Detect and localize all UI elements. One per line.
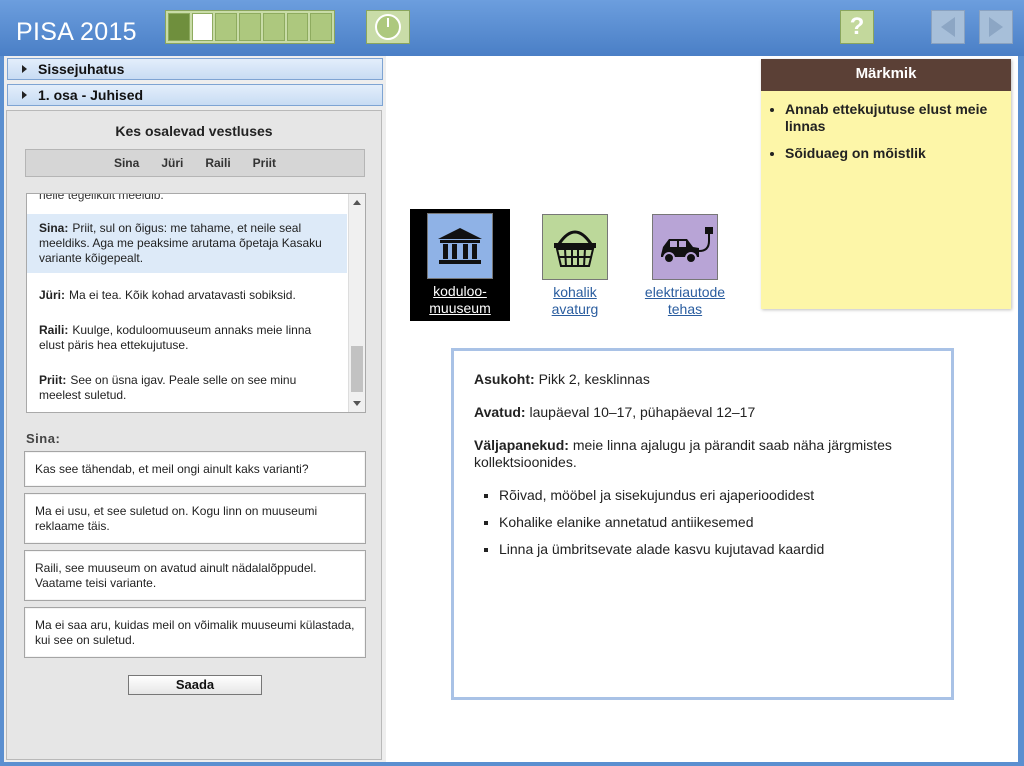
exhibit-list: Rõivad, mööbel ja sisekujundus eri ajape… [474, 487, 931, 558]
place-market[interactable]: kohalik avaturg [525, 214, 625, 318]
participant-name: Priit [252, 156, 277, 170]
speaker-name: Raili: [39, 323, 69, 337]
speaker-name: Jüri: [39, 288, 66, 302]
museum-icon [427, 213, 493, 279]
progress-indicator [165, 10, 335, 44]
chat-title: Kes osalevad vestluses [115, 123, 273, 139]
help-button[interactable]: ? [840, 10, 874, 44]
chat-message: Jüri: Ma ei tea. Kõik kohad arvatavasti s… [27, 288, 347, 303]
notepad-title: Märkmik [761, 59, 1011, 91]
place-label[interactable]: kohalik avaturg [525, 284, 625, 318]
top-bar: PISA 2015 ? [0, 0, 1024, 56]
progress-segment [262, 13, 285, 41]
basket-icon [542, 214, 608, 280]
send-button[interactable]: Saada [128, 675, 262, 695]
progress-segment [239, 13, 261, 41]
reply-option[interactable]: Ma ei saa aru, kuidas meil on võimalik m… [24, 607, 366, 658]
place-label[interactable]: koduloo-muuseum [410, 283, 510, 317]
participant-name: Sina [113, 156, 140, 170]
scroll-thumb[interactable] [351, 346, 363, 392]
progress-segment [286, 13, 309, 41]
chat-message: Raili: Kuulge, koduloomuuseum annaks meie… [27, 323, 347, 353]
notepad-item: Annab ettekujutuse elust meie linnas [785, 101, 1011, 135]
arrow-left-icon [941, 17, 955, 37]
place-electric-car-factory[interactable]: elektriautode tehas [635, 214, 735, 318]
notepad: Märkmik Annab ettekujutuse elust meie li… [761, 59, 1011, 309]
section-part1-instructions[interactable]: 1. osa - Juhised [7, 84, 383, 106]
participant-name: Raili [205, 156, 231, 170]
exhibit-item: Kohalike elanike annetatud antiikesemed [499, 514, 931, 531]
progress-segment [215, 13, 238, 41]
electric-car-icon [652, 214, 718, 280]
previous-button[interactable] [931, 10, 965, 44]
message-text: Priit, sul on õigus: me tahame, et neile… [39, 221, 322, 265]
notepad-list: Annab ettekujutuse elust meie linnas Sõi… [761, 101, 1011, 162]
info-exhibits: Väljapanekud: meie linna ajalugu ja pära… [474, 437, 892, 470]
exhibit-item: Linna ja ümbritsevate alade kasvu kujuta… [499, 541, 931, 558]
progress-segment [168, 13, 190, 41]
info-opening-hours: Avatud: laupäeval 10–17, pühapäeval 12–1… [474, 404, 756, 420]
info-location: Asukoht: Pikk 2, kesklinnas [474, 371, 650, 387]
main-area: Sissejuhatus 1. osa - Juhised Kes osalev… [4, 56, 1018, 762]
timer-button[interactable] [366, 10, 410, 44]
place-info-panel: Asukoht: Pikk 2, kesklinnas Avatud: laup… [451, 348, 954, 700]
message-text: See on üsna igav. Peale selle on see min… [39, 373, 297, 402]
reply-option[interactable]: Ma ei usu, et see suletud on. Kogu linn … [24, 493, 366, 544]
exhibit-item: Rõivad, mööbel ja sisekujundus eri ajape… [499, 487, 931, 504]
next-button[interactable] [979, 10, 1013, 44]
left-panel: Sissejuhatus 1. osa - Juhised Kes osalev… [4, 56, 386, 762]
speaker-name: Priit: [39, 373, 67, 387]
reply-label: Sina: [26, 431, 61, 446]
message-text: Ma ei tea. Kõik kohad arvatavasti sobiks… [69, 288, 296, 302]
place-label[interactable]: elektriautode tehas [635, 284, 735, 318]
chat-scrollbar[interactable] [348, 194, 365, 412]
chat-message-cut: neile tegelikult meeldib. [39, 193, 164, 202]
chat-message: Sina: Priit, sul on õigus: me tahame, et … [27, 214, 347, 273]
reply-option[interactable]: Raili, see muuseum on avatud ainult näda… [24, 550, 366, 601]
progress-segment [191, 13, 214, 41]
participant-name: Jüri [161, 156, 184, 170]
place-museum[interactable]: koduloo-muuseum [410, 209, 510, 321]
message-text: Kuulge, koduloomuuseum annaks meie linna… [39, 323, 312, 352]
speaker-name: Sina: [39, 221, 69, 235]
arrow-right-icon [989, 17, 1003, 37]
clock-icon [375, 14, 401, 40]
scroll-up-icon[interactable] [353, 200, 361, 205]
notepad-item: Sõiduaeg on mõistlik [785, 145, 1011, 162]
progress-segment [310, 13, 333, 41]
reply-option[interactable]: Kas see tähendab, et meil ongi ainult ka… [24, 451, 366, 487]
app-title: PISA 2015 [16, 18, 137, 46]
chat-panel: Kes osalevad vestluses Sina Jüri Raili P… [6, 110, 382, 760]
chat-message: Priit: See on üsna igav. Peale selle on s… [27, 373, 347, 403]
participants-bar: Sina Jüri Raili Priit [25, 149, 365, 177]
chat-log[interactable]: neile tegelikult meeldib. Sina: Priit, su… [26, 193, 366, 413]
section-intro[interactable]: Sissejuhatus [7, 58, 383, 80]
scroll-down-icon[interactable] [353, 401, 361, 406]
